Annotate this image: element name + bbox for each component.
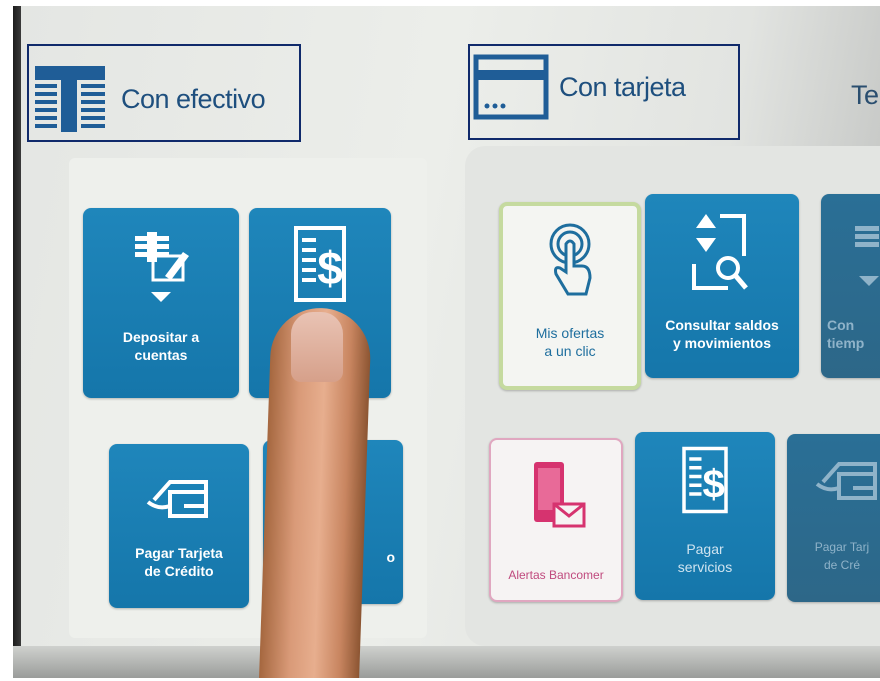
svg-text:$: $ <box>317 242 343 294</box>
svg-text:$: $ <box>703 462 725 507</box>
tab-third[interactable]: Te <box>851 80 879 111</box>
card-payment-icon <box>146 480 208 518</box>
tile-pagar-tarjeta-credito-2-label: Pagar Tarj de Cré <box>814 540 870 572</box>
tile-consultar-saldos[interactable]: Consultar saldos y movimientos <box>645 194 799 378</box>
tab-con-tarjeta-outline <box>468 44 740 140</box>
fingernail <box>291 312 343 382</box>
tile-alertas-bancomer-label: Alertas Bancomer <box>508 568 604 582</box>
tile-tiempo-aire-label: Con tiemp <box>827 317 865 351</box>
tile-pagar-servicios-label: Pagar servicios <box>677 541 733 575</box>
bill-dollar-icon: $ <box>682 446 728 514</box>
deposit-icon <box>135 232 189 302</box>
tile-depositar-cuentas[interactable]: Depositar a cuentas <box>83 208 239 398</box>
mobile-mail-icon <box>534 462 586 528</box>
tile-tiempo-aire[interactable]: Con tiemp <box>821 194 880 378</box>
tile-consultar-saldos-label: Consultar saldos y movimientos <box>665 317 779 351</box>
screen-bezel <box>13 6 21 678</box>
tile-depositar-cuentas-label: Depositar a cuentas <box>122 329 200 363</box>
tile-mis-ofertas[interactable]: Mis ofertas a un clic <box>499 202 641 390</box>
card-payment-icon <box>815 462 877 500</box>
tile-pagar-servicios[interactable]: $ Pagar servicios <box>635 432 775 600</box>
atm-screen: Con efectivo Con tarjeta Te Depositar a … <box>13 6 880 678</box>
tile-pagar-tarjeta-credito-2[interactable]: Pagar Tarj de Cré <box>787 434 880 602</box>
tile-pagar-tarjeta-credito[interactable]: Pagar Tarjeta de Crédito <box>109 444 249 608</box>
touch-hand-icon <box>549 223 592 296</box>
tab-third-label: Te <box>851 80 879 110</box>
tile-alertas-bancomer[interactable]: Alertas Bancomer <box>489 438 623 602</box>
tile-mis-ofertas-label: Mis ofertas a un clic <box>535 325 605 359</box>
bill-dollar-icon: $ <box>294 226 346 302</box>
search-balance-icon <box>692 214 748 290</box>
tab-con-efectivo-outline <box>27 44 301 142</box>
screen-bottom-edge <box>13 646 880 678</box>
tile-pagar-tarjeta-credito-label: Pagar Tarjeta de Crédito <box>135 545 223 579</box>
phone-topup-icon <box>855 226 879 286</box>
